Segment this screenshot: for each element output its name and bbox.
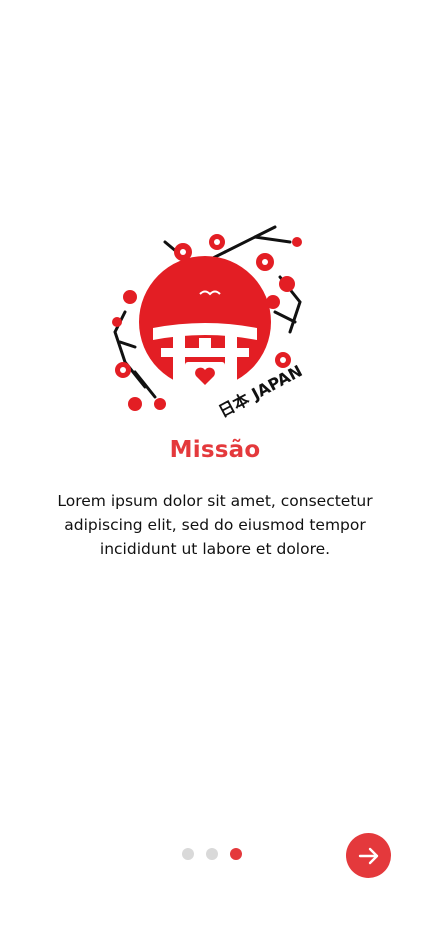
- japan-torii-sun-icon: 日本 JAPAN: [112, 225, 305, 421]
- pagination-dot-2[interactable]: [206, 848, 218, 860]
- slide-title: Missão: [169, 437, 261, 463]
- onboarding-illustration: 日本 JAPAN: [105, 222, 309, 422]
- slide-description: Lorem ipsum dolor sit amet, consectetur …: [57, 492, 373, 558]
- pagination-dot-1[interactable]: [182, 848, 194, 860]
- next-button[interactable]: [346, 833, 391, 878]
- pagination-dots: [182, 848, 242, 860]
- pagination-dot-3-active[interactable]: [230, 848, 242, 860]
- arrow-right-icon: [358, 847, 378, 864]
